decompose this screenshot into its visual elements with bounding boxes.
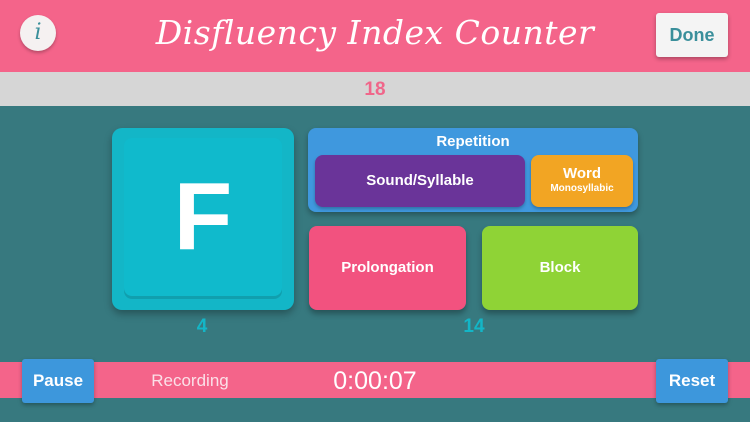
fluent-button[interactable]: F: [112, 128, 294, 310]
repetition-panel: Repetition Sound/Syllable Word Monosylla…: [308, 128, 638, 212]
timer-display: 0:00:07: [333, 367, 417, 395]
recording-status: Recording: [151, 371, 229, 390]
fluent-button-label: F: [124, 138, 282, 296]
page-title: Disfluency Index Counter: [155, 13, 595, 52]
word-button-sublabel: Monosyllabic: [550, 183, 614, 194]
sound-syllable-button[interactable]: Sound/Syllable: [315, 155, 525, 207]
word-button-label: Word: [562, 165, 602, 182]
fluent-count: 4: [196, 316, 208, 337]
repetition-title: Repetition: [436, 133, 510, 150]
prolongation-button[interactable]: Prolongation: [309, 226, 466, 310]
pause-button[interactable]: Pause: [22, 359, 94, 403]
reset-button[interactable]: Reset: [656, 359, 728, 403]
word-button[interactable]: Word Monosyllabic: [531, 155, 633, 207]
done-button[interactable]: Done: [656, 13, 728, 57]
block-button[interactable]: Block: [482, 226, 638, 310]
total-count: 18: [0, 72, 750, 106]
disfluent-count: 14: [463, 316, 485, 337]
